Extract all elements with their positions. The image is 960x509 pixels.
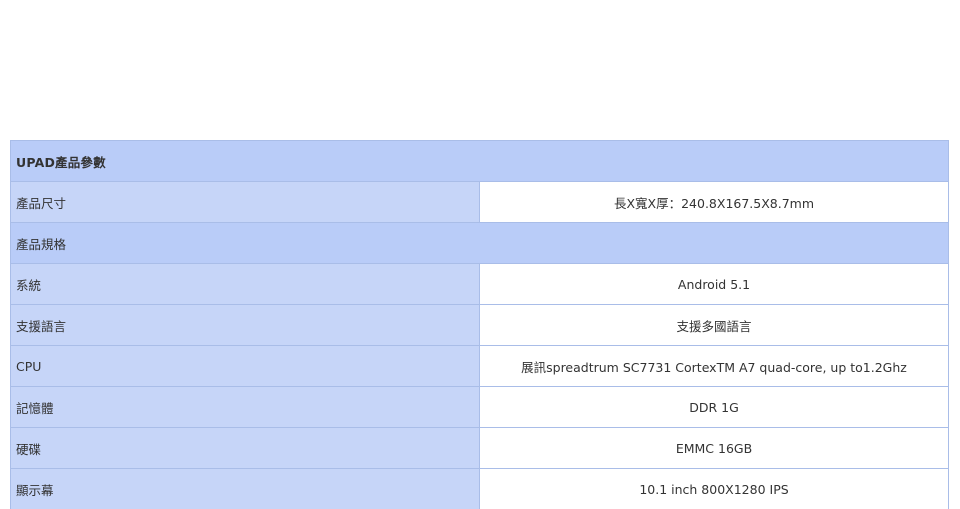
row-value: 展訊spreadtrum SC7731 CortexTM A7 quad-cor…	[479, 345, 949, 387]
row-label: CPU	[10, 345, 480, 387]
row-label: 支援語言	[10, 304, 480, 346]
table-row: 系統 Android 5.1	[10, 263, 949, 305]
row-label: 顯示幕	[10, 468, 480, 509]
table-title-row: UPAD產品參數	[10, 140, 949, 182]
section-row: 產品規格	[10, 222, 949, 264]
table-title: UPAD產品參數	[10, 140, 949, 182]
row-label: 產品尺寸	[10, 181, 480, 223]
table-row: 記憶體 DDR 1G	[10, 386, 949, 428]
table-row: 顯示幕 10.1 inch 800X1280 IPS	[10, 468, 949, 509]
row-value: DDR 1G	[479, 386, 949, 428]
section-label: 產品規格	[10, 222, 949, 264]
row-value: EMMC 16GB	[479, 427, 949, 469]
table-row: 支援語言 支援多國語言	[10, 304, 949, 346]
row-value: Android 5.1	[479, 263, 949, 305]
table-row: CPU 展訊spreadtrum SC7731 CortexTM A7 quad…	[10, 345, 949, 387]
row-label: 記憶體	[10, 386, 480, 428]
table-row: 硬碟 EMMC 16GB	[10, 427, 949, 469]
row-value: 10.1 inch 800X1280 IPS	[479, 468, 949, 509]
row-value: 長X寬X厚：240.8X167.5X8.7mm	[479, 181, 949, 223]
row-label: 硬碟	[10, 427, 480, 469]
spec-table: UPAD產品參數 產品尺寸 長X寬X厚：240.8X167.5X8.7mm 產品…	[10, 140, 949, 509]
row-label: 系統	[10, 263, 480, 305]
row-value: 支援多國語言	[479, 304, 949, 346]
page: UPAD產品參數 產品尺寸 長X寬X厚：240.8X167.5X8.7mm 產品…	[0, 0, 960, 509]
table-row: 產品尺寸 長X寬X厚：240.8X167.5X8.7mm	[10, 181, 949, 223]
